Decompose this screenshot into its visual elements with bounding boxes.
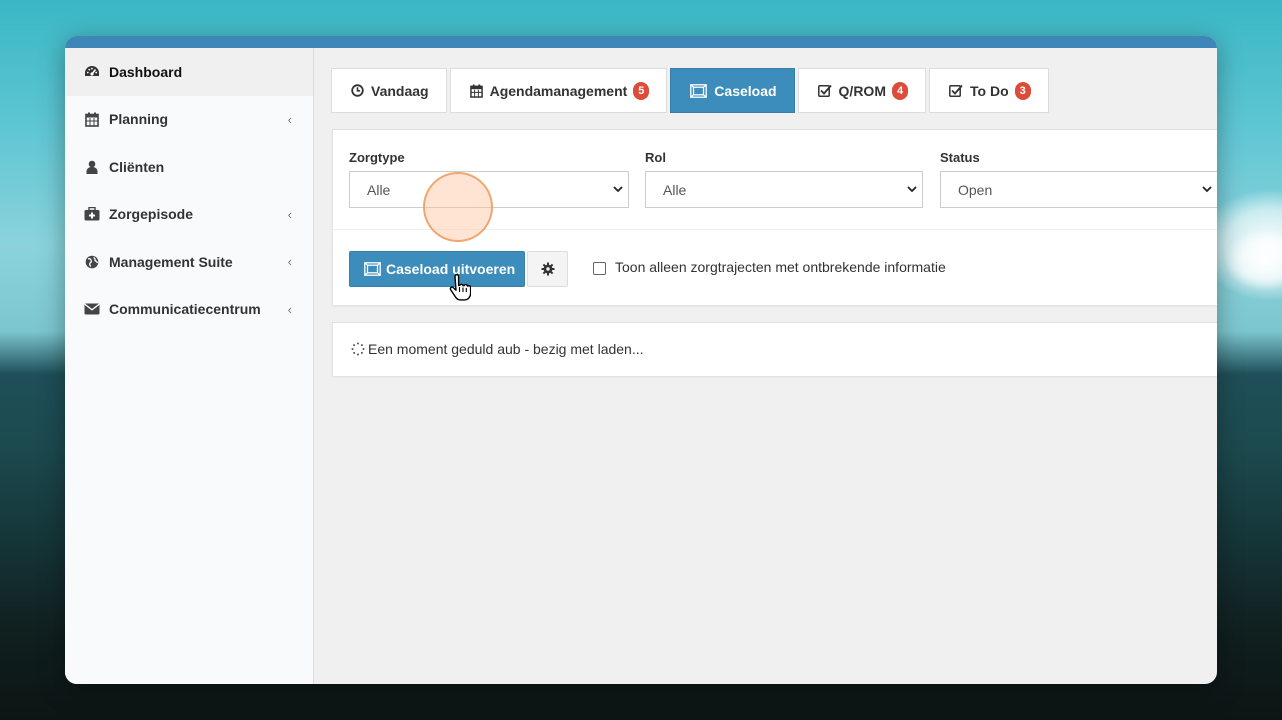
sidebar: Dashboard Planning ‹ Cliënten Zorgepisod… [65, 48, 314, 684]
loading-indicator: Een moment geduld aub - bezig met laden.… [351, 341, 644, 357]
dashboard-icon [84, 64, 100, 80]
app-window: Dashboard Planning ‹ Cliënten Zorgepisod… [65, 36, 1217, 684]
chevron-down-icon [906, 182, 918, 199]
sidebar-item-communicatiecentrum[interactable]: Communicatiecentrum ‹ [65, 286, 313, 334]
sidebar-item-clienten[interactable]: Cliënten [65, 143, 313, 191]
chevron-down-icon [612, 182, 624, 199]
medkit-icon [84, 206, 100, 222]
tab-label: To Do [970, 82, 1009, 99]
chevron-left-icon: ‹ [287, 254, 292, 270]
tab-to-do[interactable]: To Do 3 [929, 68, 1049, 113]
tab-caseload[interactable]: Caseload [670, 68, 795, 113]
tab-q-rom[interactable]: Q/ROM 4 [797, 68, 926, 113]
tab-label: Caseload [714, 82, 777, 99]
sidebar-item-label: Management Suite [109, 253, 233, 270]
caseload-icon [690, 83, 708, 98]
click-highlight [423, 172, 493, 242]
tab-vandaag[interactable]: Vandaag [331, 68, 447, 113]
tab-bar: Vandaag Agendamanagement 5 Caseload Q/RO… [331, 68, 1049, 113]
sidebar-item-label: Cliënten [109, 158, 165, 175]
rol-select[interactable]: Alle [645, 171, 923, 208]
missing-info-checkbox[interactable] [593, 262, 606, 275]
status-value: Open [958, 181, 993, 198]
sidebar-item-zorgepisode[interactable]: Zorgepisode ‹ [65, 191, 313, 239]
caseload-icon [364, 262, 381, 276]
sidebar-item-label: Dashboard [109, 63, 183, 80]
top-bar [65, 36, 1217, 48]
sidebar-item-management-suite[interactable]: Management Suite ‹ [65, 238, 313, 286]
clock-icon [351, 84, 364, 97]
spinner-icon [351, 342, 365, 356]
sidebar-item-planning[interactable]: Planning ‹ [65, 96, 313, 144]
status-label: Status [940, 150, 980, 165]
settings-button[interactable] [527, 251, 568, 287]
hand-cursor-icon [447, 274, 472, 307]
notification-badge: 4 [892, 81, 908, 100]
main-content: Vandaag Agendamanagement 5 Caseload Q/RO… [315, 48, 1217, 684]
chevron-left-icon: ‹ [287, 111, 292, 127]
chevron-left-icon: ‹ [287, 301, 292, 317]
calendar-icon [84, 111, 100, 127]
notification-badge: 3 [1014, 81, 1031, 100]
sidebar-item-label: Communicatiecentrum [109, 301, 261, 318]
tab-label: Vandaag [371, 82, 429, 99]
user-icon [84, 159, 100, 175]
chevron-down-icon [1201, 182, 1213, 199]
chevron-left-icon: ‹ [287, 206, 292, 222]
gear-icon [541, 262, 555, 276]
check-square-icon [817, 84, 832, 97]
missing-info-checkbox-label[interactable]: Toon alleen zorgtrajecten met ontbrekend… [615, 259, 946, 275]
rol-label: Rol [645, 150, 666, 165]
sidebar-item-label: Planning [109, 111, 169, 128]
globe-icon [84, 254, 100, 270]
loading-panel: Een moment geduld aub - bezig met laden.… [332, 322, 1217, 376]
tab-label: Agendamanagement [489, 82, 628, 99]
check-square-icon [949, 84, 963, 97]
notification-badge: 5 [633, 81, 650, 100]
sidebar-item-dashboard[interactable]: Dashboard [65, 48, 313, 96]
calendar-icon [469, 84, 483, 98]
tab-agendamanagement[interactable]: Agendamanagement 5 [449, 68, 668, 113]
envelope-icon [84, 301, 100, 317]
sidebar-item-label: Zorgepisode [109, 206, 194, 223]
status-select[interactable]: Open [940, 171, 1217, 208]
caseload-uitvoeren-button[interactable]: Caseload uitvoeren [349, 251, 525, 287]
rol-value: Alle [663, 181, 687, 198]
zorgtype-label: Zorgtype [349, 150, 405, 165]
zorgtype-value: Alle [367, 181, 391, 198]
loading-text: Een moment geduld aub - bezig met laden.… [368, 341, 644, 357]
tab-label: Q/ROM [838, 82, 886, 99]
